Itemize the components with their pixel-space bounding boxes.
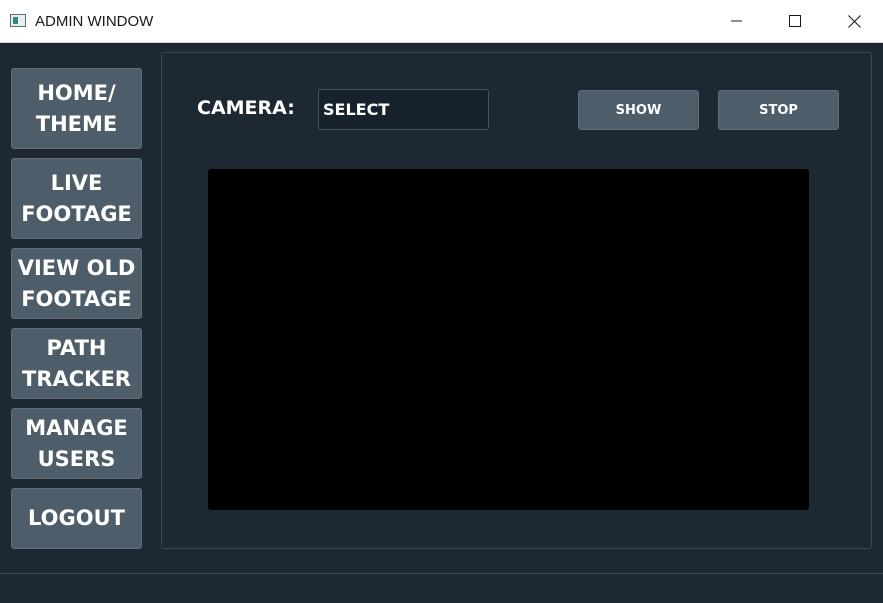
sidebar-item-label: PATH xyxy=(46,335,107,360)
admin-window: ADMIN WINDOW HOME/ THEME LIVE FOOTAGE VI… xyxy=(0,0,883,603)
sidebar-item-label: THEME xyxy=(35,111,118,136)
video-display xyxy=(208,169,809,510)
maximize-icon xyxy=(789,15,801,27)
minimize-icon xyxy=(731,20,742,22)
sidebar-item-label: VIEW OLD xyxy=(17,255,136,280)
show-button[interactable]: SHOW xyxy=(578,90,699,130)
status-bar xyxy=(0,573,883,603)
sidebar-item-path-tracker[interactable]: PATH TRACKER xyxy=(11,328,142,399)
logout-button[interactable]: LOGOUT xyxy=(11,488,142,549)
sidebar-item-label: MANAGE xyxy=(25,415,128,440)
sidebar-item-label: USERS xyxy=(37,446,116,471)
sidebar-item-label: FOOTAGE xyxy=(21,201,132,226)
maximize-button[interactable] xyxy=(766,0,824,42)
app-icon xyxy=(10,14,26,27)
sidebar-item-label: HOME/ xyxy=(37,80,116,105)
close-icon xyxy=(847,14,861,28)
sidebar-item-label: LIVE xyxy=(50,170,103,195)
close-button[interactable] xyxy=(825,0,883,42)
sidebar-item-manage-users[interactable]: MANAGE USERS xyxy=(11,408,142,479)
title-bar[interactable]: ADMIN WINDOW xyxy=(0,0,883,43)
sidebar-item-label: FOOTAGE xyxy=(21,286,132,311)
window-title: ADMIN WINDOW xyxy=(35,13,154,30)
sidebar-item-label: LOGOUT xyxy=(28,506,125,530)
camera-label: CAMERA: xyxy=(197,97,295,119)
stop-button[interactable]: STOP xyxy=(718,90,839,130)
sidebar-item-live-footage[interactable]: LIVE FOOTAGE xyxy=(11,158,142,239)
minimize-button[interactable] xyxy=(708,0,766,42)
camera-select[interactable]: SELECT xyxy=(318,89,489,130)
sidebar-item-label: TRACKER xyxy=(22,366,131,391)
sidebar-item-home-theme[interactable]: HOME/ THEME xyxy=(11,68,142,149)
sidebar-item-view-old-footage[interactable]: VIEW OLD FOOTAGE xyxy=(11,248,142,319)
